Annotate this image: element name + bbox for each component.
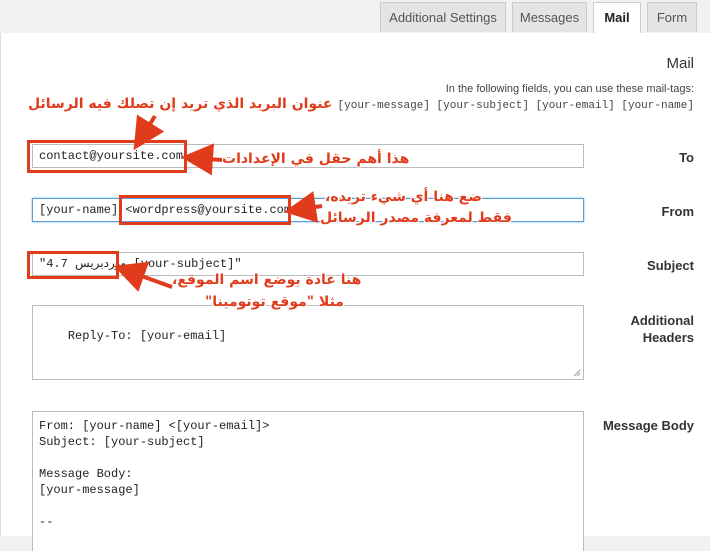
highlight-to-value bbox=[27, 140, 187, 173]
tab-bar: Additional Settings Messages Mail Form bbox=[0, 0, 710, 34]
additional-headers-value: Reply-To: [your-email] bbox=[67, 329, 227, 343]
annotation-from-line1: ضع هنا أي شيء تريده، bbox=[325, 189, 482, 205]
additional-headers-field[interactable]: Reply-To: [your-email] bbox=[32, 305, 584, 380]
mail-tags-hint: In the following fields, you can use the… bbox=[445, 83, 694, 95]
annotation-subject-line1: هنا عادة يوضع اسم الموقع، bbox=[172, 272, 362, 288]
resize-grip-icon[interactable] bbox=[573, 369, 581, 377]
subject-label: Subject bbox=[647, 258, 694, 273]
message-body-field[interactable]: From: [your-name] <[your-email]> Subject… bbox=[32, 411, 584, 551]
highlight-from-email bbox=[119, 195, 291, 225]
message-body-label: Message Body bbox=[602, 418, 694, 433]
highlight-subject-sitename bbox=[27, 251, 119, 279]
tab-form[interactable]: Form bbox=[647, 2, 697, 32]
tab-mail[interactable]: Mail bbox=[593, 2, 641, 34]
mail-tags-list: [your-message] [your-subject] [your-emai… bbox=[337, 100, 694, 112]
from-label: From bbox=[661, 204, 695, 219]
annotation-to-important: هذا أهم حقل في الإعدادات bbox=[222, 151, 410, 167]
annotation-from-line2: فقط لمعرفة مصدر الرسائل bbox=[320, 210, 512, 226]
tab-messages[interactable]: Messages bbox=[512, 2, 587, 32]
section-title: Mail bbox=[666, 55, 694, 72]
additional-headers-label: Additional Headers bbox=[630, 313, 694, 345]
to-label: To bbox=[679, 150, 694, 165]
annotation-subject-line2: مثلا "موقع توتومينا" bbox=[205, 294, 344, 310]
tab-additional-settings[interactable]: Additional Settings bbox=[380, 2, 506, 32]
annotation-to-address: عنوان البريد الذي تريد إن تصلك فيه الرسا… bbox=[28, 96, 333, 112]
